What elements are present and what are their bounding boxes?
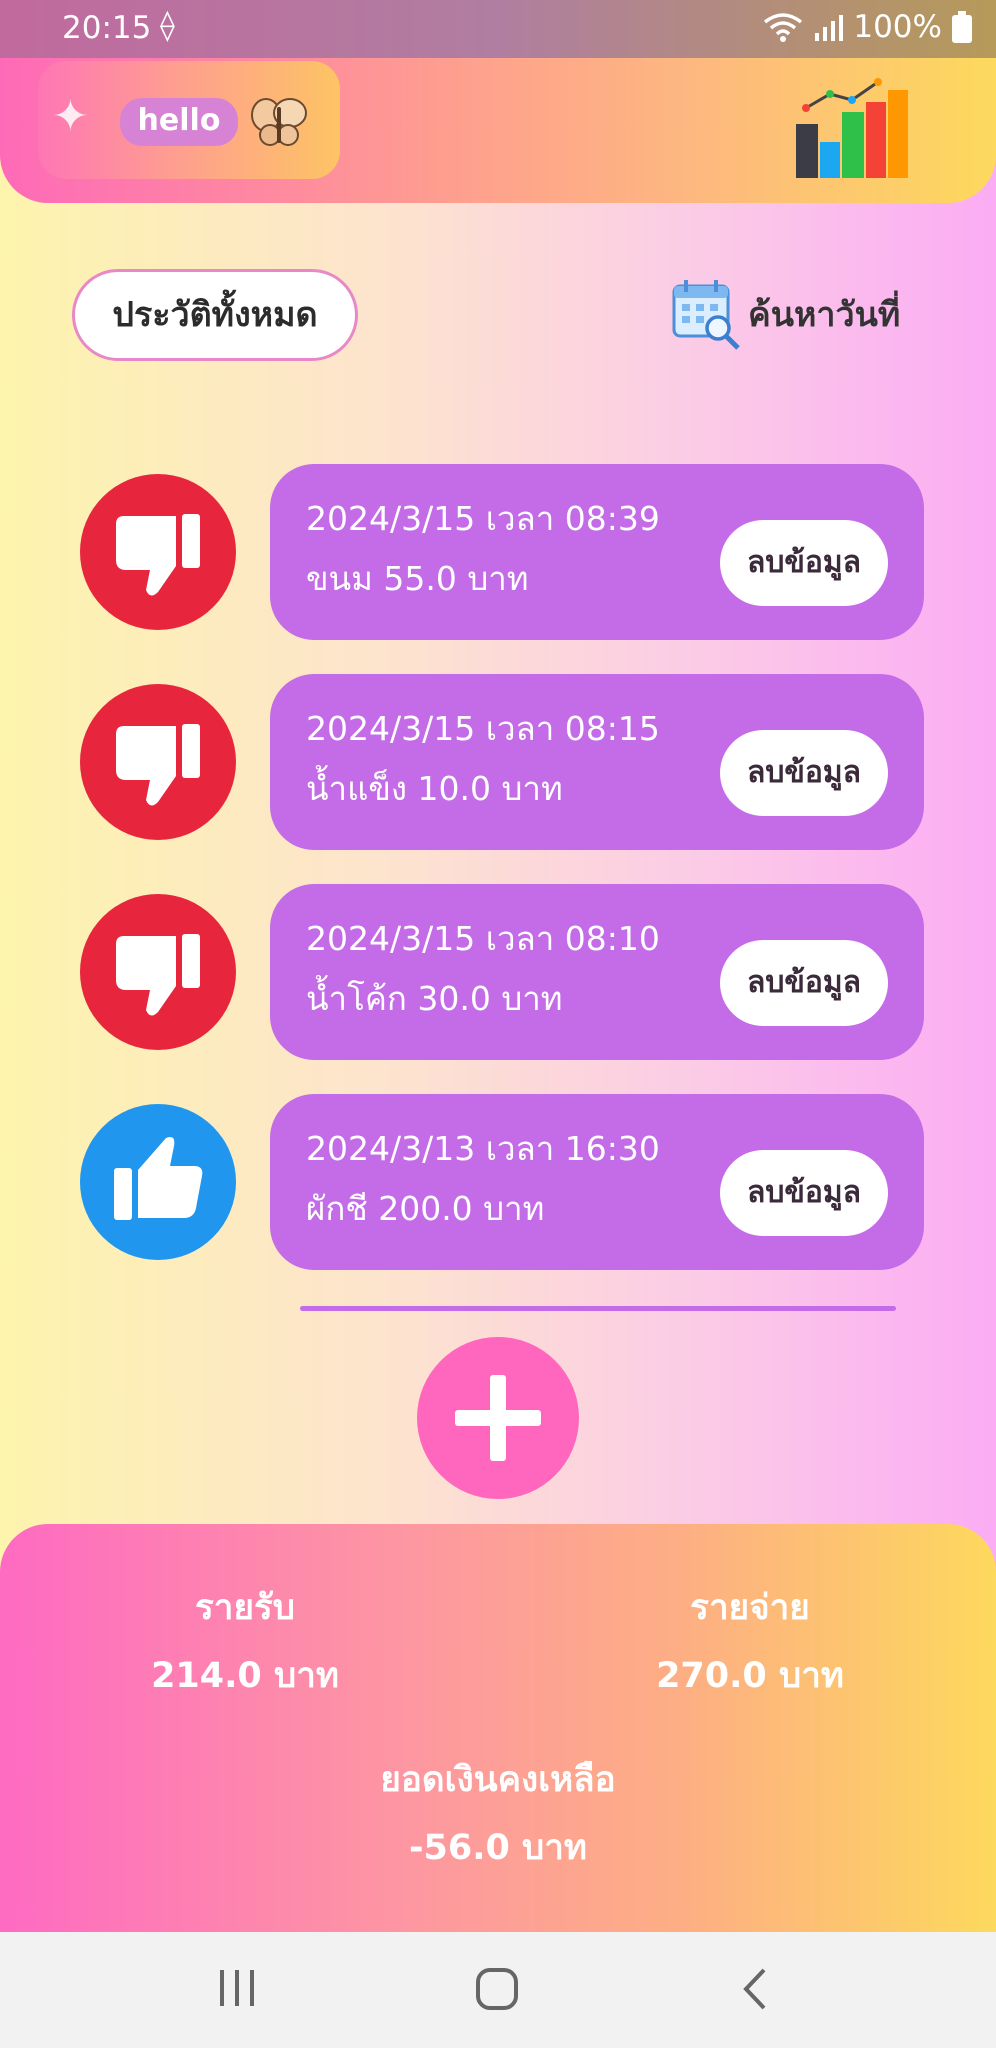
logo-text: hello [120, 98, 238, 146]
status-bar: 20:15 ⟠ 100% [0, 0, 996, 58]
wifi-icon [764, 13, 803, 42]
sparkle-icon: ✦ [52, 91, 89, 142]
delete-button[interactable]: ลบข้อมูล [720, 1150, 888, 1236]
butterfly-icon [251, 98, 307, 146]
list-item: 2024/3/15 เวลา 08:39 ขนม 55.0 บาท ลบข้อม… [0, 464, 996, 640]
thumbs-down-icon [80, 474, 236, 630]
status-right: 100% [763, 9, 972, 45]
summary-panel: รายรับ 214.0 บาท รายจ่าย 270.0 บาท ยอดเง… [0, 1524, 996, 1932]
add-transaction-button[interactable] [417, 1337, 579, 1499]
next-card-edge [300, 1306, 896, 1311]
calendar-search-icon [672, 280, 740, 350]
balance-label: ยอดเงินคงเหลือ [380, 1760, 616, 1800]
transaction-list[interactable]: 2024/3/15 เวลา 08:39 ขนม 55.0 บาท ลบข้อม… [0, 460, 996, 1310]
delete-button[interactable]: ลบข้อมูล [720, 940, 888, 1026]
thumbs-down-icon [80, 684, 236, 840]
list-item: 2024/3/15 เวลา 08:10 น้ำโค้ก 30.0 บาท ลบ… [0, 884, 996, 1060]
transaction-description: น้ำโค้ก 30.0 บาท [306, 979, 563, 1018]
back-icon[interactable] [740, 1966, 770, 2012]
status-time: 20:15 [62, 10, 152, 46]
recent-apps-icon[interactable] [216, 1966, 258, 2010]
battery-icon [952, 11, 972, 43]
transaction-datetime: 2024/3/15 เวลา 08:10 [306, 919, 660, 958]
transaction-description: น้ำแข็ง 10.0 บาท [306, 769, 563, 808]
plus-icon [455, 1375, 541, 1461]
transaction-card: 2024/3/15 เวลา 08:15 น้ำแข็ง 10.0 บาท ลบ… [270, 674, 924, 850]
thumbs-down-icon [80, 894, 236, 1050]
transaction-datetime: 2024/3/15 เวลา 08:39 [306, 499, 660, 538]
list-item: 2024/3/13 เวลา 16:30 ผักชี 200.0 บาท ลบข… [0, 1094, 996, 1270]
transaction-datetime: 2024/3/15 เวลา 08:15 [306, 709, 660, 748]
expense-label: รายจ่าย [690, 1588, 810, 1628]
transaction-card: 2024/3/13 เวลา 16:30 ผักชี 200.0 บาท ลบข… [270, 1094, 924, 1270]
system-nav-bar [0, 1932, 996, 2048]
navigation-status-icon: ⟠ [160, 8, 175, 43]
delete-button[interactable]: ลบข้อมูล [720, 730, 888, 816]
search-date-label: ค้นหาวันที่ [748, 295, 901, 335]
transaction-card: 2024/3/15 เวลา 08:10 น้ำโค้ก 30.0 บาท ลบ… [270, 884, 924, 1060]
balance-value: -56.0 บาท [408, 1828, 587, 1868]
signal-icon [815, 15, 844, 41]
delete-button[interactable]: ลบข้อมูล [720, 520, 888, 606]
transaction-datetime: 2024/3/13 เวลา 16:30 [306, 1129, 660, 1168]
battery-percent: 100% [853, 9, 942, 45]
home-icon[interactable] [474, 1966, 520, 2012]
transaction-card: 2024/3/15 เวลา 08:39 ขนม 55.0 บาท ลบข้อม… [270, 464, 924, 640]
app-header: ✦ hello [0, 58, 996, 203]
all-history-button[interactable]: ประวัติทั้งหมด [72, 269, 358, 361]
transaction-description: ผักชี 200.0 บาท [306, 1189, 545, 1228]
expense-value: 270.0 บาท [656, 1656, 844, 1696]
income-label: รายรับ [195, 1588, 295, 1628]
thumbs-up-icon [80, 1104, 236, 1260]
app-logo: ✦ hello [38, 61, 340, 179]
list-item: 2024/3/15 เวลา 08:15 น้ำแข็ง 10.0 บาท ลบ… [0, 674, 996, 850]
bar-chart-icon[interactable] [794, 72, 910, 182]
transaction-description: ขนม 55.0 บาท [306, 559, 529, 598]
search-date-button[interactable]: ค้นหาวันที่ [670, 278, 900, 350]
income-value: 214.0 บาท [151, 1656, 339, 1696]
